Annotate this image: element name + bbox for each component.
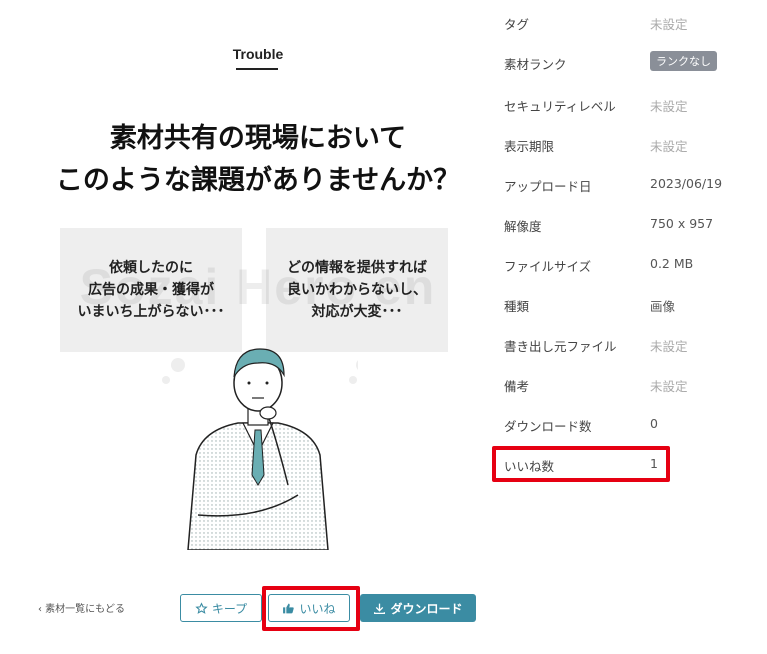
rank-badge: ランクなし [650,51,717,71]
star-icon [195,601,208,615]
meta-row-like-count: いいね数 1 [504,456,754,476]
meta-row-upload-date: アップロード日 2023/06/19 [504,176,754,196]
meta-value: 0.2 MB [650,256,694,271]
meta-value: 0 [650,416,658,431]
meta-row-download-count: ダウンロード数 0 [504,416,754,436]
meta-row-notes: 備考 未設定 [504,376,754,396]
meta-label: タグ [504,17,530,32]
meta-value: 750 x 957 [650,216,714,231]
meta-value: 未設定 [650,99,688,114]
meta-label: セキュリティレベル [504,99,616,114]
meta-label: 書き出し元ファイル [504,339,617,354]
download-icon [373,602,386,615]
thumbs-up-icon [282,602,295,615]
back-to-list-link[interactable]: ‹ 素材一覧にもどる [38,600,125,615]
meta-row-tag: タグ 未設定 [504,14,754,34]
meta-label: 種類 [504,299,530,314]
meta-value: 未設定 [650,17,688,32]
keep-button[interactable]: キープ [180,594,262,622]
meta-row-rank: 素材ランク ランクなし [504,51,754,74]
trouble-label: Trouble [232,46,284,62]
meta-label: 素材ランク [504,57,567,72]
meta-label: いいね数 [504,459,555,474]
keep-label: キープ [211,601,248,616]
thinking-businessman-illustration [162,348,358,550]
meta-row-resolution: 解像度 750 x 957 [504,216,754,236]
preview-headline: 素材共有の現場において このような課題がありませんか？ [55,123,461,196]
meta-value: 画像 [650,299,676,314]
download-label: ダウンロード [390,601,463,616]
meta-label: 備考 [504,379,530,394]
meta-label: 表示期限 [504,139,555,154]
download-button[interactable]: ダウンロード [360,594,476,622]
meta-value: 未設定 [650,379,688,394]
meta-value: 1 [650,456,658,471]
meta-label: ダウンロード数 [504,419,592,434]
meta-label: ファイルサイズ [504,259,592,274]
speech-bubble-left: 依頼したのに 広告の成果・獲得が いまいち上がらない･･･ [60,228,242,352]
meta-label: 解像度 [504,219,542,234]
like-button[interactable]: いいね [268,594,350,622]
trouble-underline [236,68,278,70]
meta-row-type: 種類 画像 [504,296,754,316]
meta-label: アップロード日 [504,179,592,194]
meta-row-source-file: 書き出し元ファイル 未設定 [504,336,754,356]
meta-value: 2023/06/19 [650,176,723,191]
material-preview: Trouble 素材共有の現場において このような課題がありませんか？ 依頼した… [38,0,478,590]
meta-row-display-period: 表示期限 未設定 [504,136,754,156]
meta-value: 未設定 [650,339,688,354]
like-label: いいね [299,601,336,616]
meta-row-security-level: セキュリティレベル 未設定 [504,96,754,116]
speech-bubble-right: どの情報を提供すれば 良いかわからないし、 対応が大変･･･ [266,228,448,352]
meta-value: 未設定 [650,139,688,154]
meta-row-file-size: ファイルサイズ 0.2 MB [504,256,754,276]
